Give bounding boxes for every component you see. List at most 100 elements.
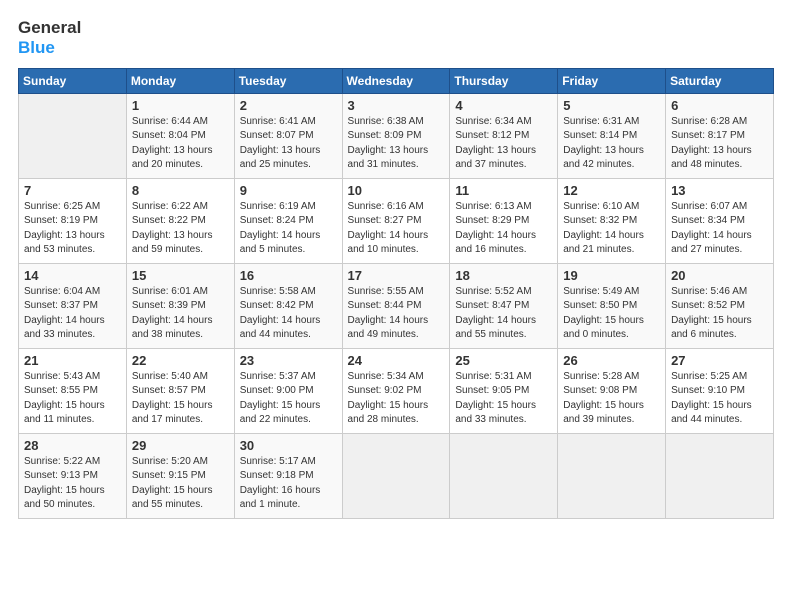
col-header-thursday: Thursday [450,68,558,93]
day-number: 19 [563,268,660,283]
day-cell: 21 Sunrise: 5:43 AM Sunset: 8:55 PM Dayli… [19,348,127,433]
day-cell: 13Sunrise: 6:07 AM Sunset: 8:34 PM Dayli… [666,178,774,263]
day-cell: 23 Sunrise: 5:37 AM Sunset: 9:00 PM Dayli… [234,348,342,433]
day-number: 5 [563,98,660,113]
day-info: Sunrise: 6:41 AM Sunset: 8:07 PM Dayligh… [240,115,337,173]
day-info: Sunrise: 5:28 AM Sunset: 9:08 PM Dayligh… [563,370,660,428]
week-row-3: 14 Sunrise: 6:04 AM Sunset: 8:37 PM Dayli… [19,263,774,348]
day-number: 29 [132,438,229,453]
day-cell: 15Sunrise: 6:01 AM Sunset: 8:39 PM Dayli… [126,263,234,348]
week-row-4: 21 Sunrise: 5:43 AM Sunset: 8:55 PM Dayli… [19,348,774,433]
col-header-monday: Monday [126,68,234,93]
day-number: 28 [24,438,121,453]
day-number: 25 [455,353,552,368]
day-cell: 16 Sunrise: 5:58 AM Sunset: 8:42 PM Dayli… [234,263,342,348]
day-number: 13 [671,183,768,198]
day-info: Sunrise: 5:49 AM Sunset: 8:50 PM Dayligh… [563,285,660,343]
col-header-tuesday: Tuesday [234,68,342,93]
day-info: Sunrise: 5:58 AM Sunset: 8:42 PM Dayligh… [240,285,337,343]
day-number: 20 [671,268,768,283]
day-cell: 25 Sunrise: 5:31 AM Sunset: 9:05 PM Dayli… [450,348,558,433]
day-cell: 6 Sunrise: 6:28 AM Sunset: 8:17 PM Daylig… [666,93,774,178]
day-number: 1 [132,98,229,113]
day-info: Sunrise: 6:34 AM Sunset: 8:12 PM Dayligh… [455,115,552,173]
day-cell: 11 Sunrise: 6:13 AM Sunset: 8:29 PM Dayli… [450,178,558,263]
day-info: Sunrise: 5:31 AM Sunset: 9:05 PM Dayligh… [455,370,552,428]
day-cell: 3 Sunrise: 6:38 AM Sunset: 8:09 PM Daylig… [342,93,450,178]
day-info: Sunrise: 5:25 AM Sunset: 9:10 PM Dayligh… [671,370,768,428]
day-info: Sunrise: 5:40 AM Sunset: 8:57 PM Dayligh… [132,370,229,428]
day-number: 18 [455,268,552,283]
day-number: 12 [563,183,660,198]
day-info: Sunrise: 6:28 AM Sunset: 8:17 PM Dayligh… [671,115,768,173]
day-info: Sunrise: 6:16 AM Sunset: 8:27 PM Dayligh… [348,200,445,258]
day-info: Sunrise: 5:37 AM Sunset: 9:00 PM Dayligh… [240,370,337,428]
day-number: 2 [240,98,337,113]
day-info: Sunrise: 6:44 AM Sunset: 8:04 PM Dayligh… [132,115,229,173]
day-number: 4 [455,98,552,113]
day-cell: 27 Sunrise: 5:25 AM Sunset: 9:10 PM Dayli… [666,348,774,433]
day-number: 21 [24,353,121,368]
day-number: 26 [563,353,660,368]
calendar-table: SundayMondayTuesdayWednesdayThursdayFrid… [18,68,774,519]
day-number: 24 [348,353,445,368]
day-info: Sunrise: 6:31 AM Sunset: 8:14 PM Dayligh… [563,115,660,173]
logo: General Blue GeneralBlue [18,18,81,58]
day-info: Sunrise: 6:10 AM Sunset: 8:32 PM Dayligh… [563,200,660,258]
day-info: Sunrise: 5:46 AM Sunset: 8:52 PM Dayligh… [671,285,768,343]
day-number: 22 [132,353,229,368]
day-number: 23 [240,353,337,368]
day-info: Sunrise: 5:52 AM Sunset: 8:47 PM Dayligh… [455,285,552,343]
day-info: Sunrise: 6:38 AM Sunset: 8:09 PM Dayligh… [348,115,445,173]
day-cell: 26 Sunrise: 5:28 AM Sunset: 9:08 PM Dayli… [558,348,666,433]
col-header-friday: Friday [558,68,666,93]
day-cell [666,433,774,518]
day-cell: 20 Sunrise: 5:46 AM Sunset: 8:52 PM Dayli… [666,263,774,348]
day-cell: 14 Sunrise: 6:04 AM Sunset: 8:37 PM Dayli… [19,263,127,348]
day-info: Sunrise: 5:34 AM Sunset: 9:02 PM Dayligh… [348,370,445,428]
day-info: Sunrise: 5:20 AM Sunset: 9:15 PM Dayligh… [132,455,229,513]
col-header-saturday: Saturday [666,68,774,93]
day-number: 27 [671,353,768,368]
day-info: Sunrise: 5:55 AM Sunset: 8:44 PM Dayligh… [348,285,445,343]
col-header-sunday: Sunday [19,68,127,93]
day-cell: 8Sunrise: 6:22 AM Sunset: 8:22 PM Daylig… [126,178,234,263]
col-header-wednesday: Wednesday [342,68,450,93]
day-info: Sunrise: 6:01 AM Sunset: 8:39 PM Dayligh… [132,285,229,343]
day-cell: 29 Sunrise: 5:20 AM Sunset: 9:15 PM Dayli… [126,433,234,518]
day-number: 3 [348,98,445,113]
day-cell: 19 Sunrise: 5:49 AM Sunset: 8:50 PM Dayli… [558,263,666,348]
day-cell: 12 Sunrise: 6:10 AM Sunset: 8:32 PM Dayli… [558,178,666,263]
header: General Blue GeneralBlue [18,18,774,58]
day-number: 10 [348,183,445,198]
day-number: 8 [132,183,229,198]
day-number: 14 [24,268,121,283]
day-cell: 30 Sunrise: 5:17 AM Sunset: 9:18 PM Dayli… [234,433,342,518]
day-info: Sunrise: 6:04 AM Sunset: 8:37 PM Dayligh… [24,285,121,343]
day-number: 30 [240,438,337,453]
logo-text: GeneralBlue [18,18,81,58]
day-cell: 9 Sunrise: 6:19 AM Sunset: 8:24 PM Daylig… [234,178,342,263]
day-number: 17 [348,268,445,283]
week-row-2: 7Sunrise: 6:25 AM Sunset: 8:19 PM Daylig… [19,178,774,263]
day-cell: 10 Sunrise: 6:16 AM Sunset: 8:27 PM Dayli… [342,178,450,263]
day-cell: 1 Sunrise: 6:44 AM Sunset: 8:04 PM Daylig… [126,93,234,178]
day-cell [558,433,666,518]
day-number: 9 [240,183,337,198]
day-info: Sunrise: 6:19 AM Sunset: 8:24 PM Dayligh… [240,200,337,258]
day-info: Sunrise: 6:13 AM Sunset: 8:29 PM Dayligh… [455,200,552,258]
day-cell: 28 Sunrise: 5:22 AM Sunset: 9:13 PM Dayli… [19,433,127,518]
day-number: 6 [671,98,768,113]
day-info: Sunrise: 5:17 AM Sunset: 9:18 PM Dayligh… [240,455,337,513]
day-cell: 7Sunrise: 6:25 AM Sunset: 8:19 PM Daylig… [19,178,127,263]
day-cell: 17 Sunrise: 5:55 AM Sunset: 8:44 PM Dayli… [342,263,450,348]
day-cell: 24 Sunrise: 5:34 AM Sunset: 9:02 PM Dayli… [342,348,450,433]
day-number: 16 [240,268,337,283]
calendar-page: General Blue GeneralBlue SundayMondayTue… [0,0,792,612]
day-number: 11 [455,183,552,198]
day-cell: 2 Sunrise: 6:41 AM Sunset: 8:07 PM Daylig… [234,93,342,178]
day-info: Sunrise: 5:22 AM Sunset: 9:13 PM Dayligh… [24,455,121,513]
day-info: Sunrise: 5:43 AM Sunset: 8:55 PM Dayligh… [24,370,121,428]
day-number: 7 [24,183,121,198]
day-cell [19,93,127,178]
